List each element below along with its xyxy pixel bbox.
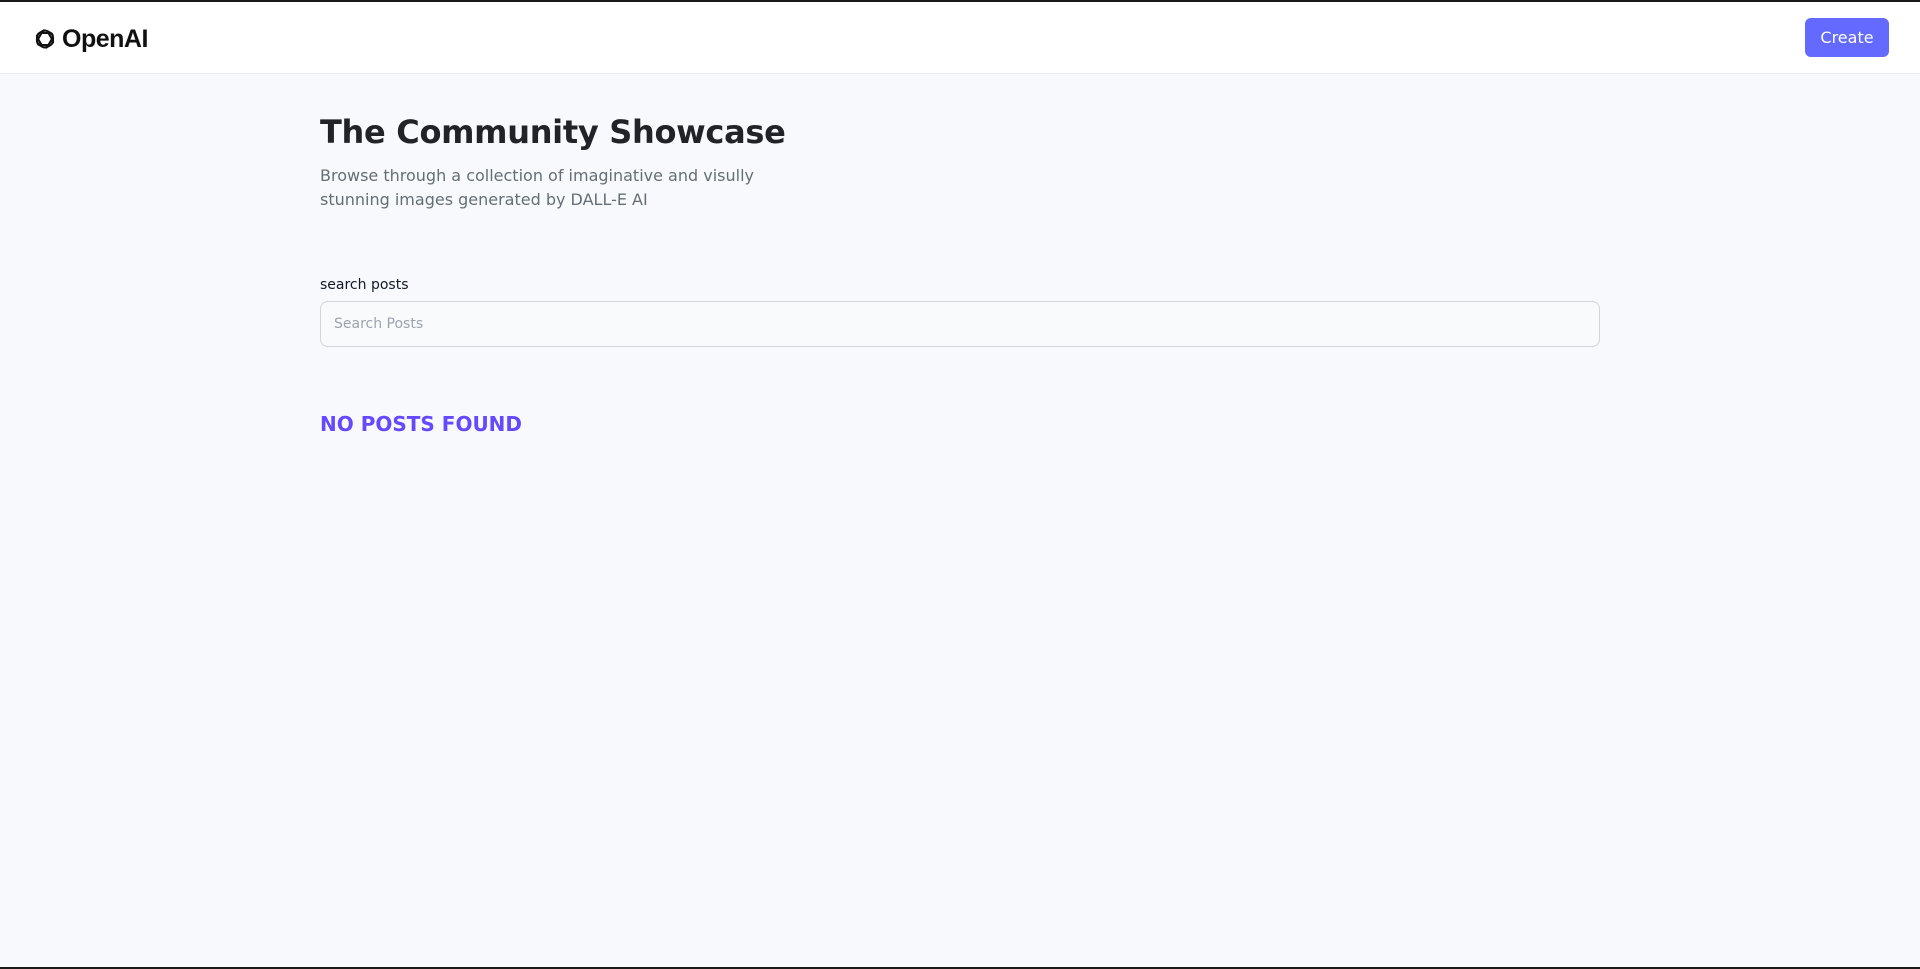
create-button[interactable]: Create: [1805, 18, 1889, 57]
search-input[interactable]: [320, 301, 1600, 347]
openai-logo-icon: [35, 29, 55, 49]
page-subtitle: Browse through a collection of imaginati…: [320, 166, 754, 209]
page-title: The Community Showcase: [320, 113, 786, 151]
logo-text: OpenAI: [62, 25, 148, 53]
openai-logo-link[interactable]: OpenAI: [31, 25, 148, 53]
search-label: search posts: [320, 277, 409, 293]
app-window: OpenAI Create The Community Showcase Bro…: [0, 2, 1920, 967]
top-header: OpenAI Create: [0, 2, 1920, 74]
no-posts-message: NO POSTS FOUND: [320, 412, 523, 436]
